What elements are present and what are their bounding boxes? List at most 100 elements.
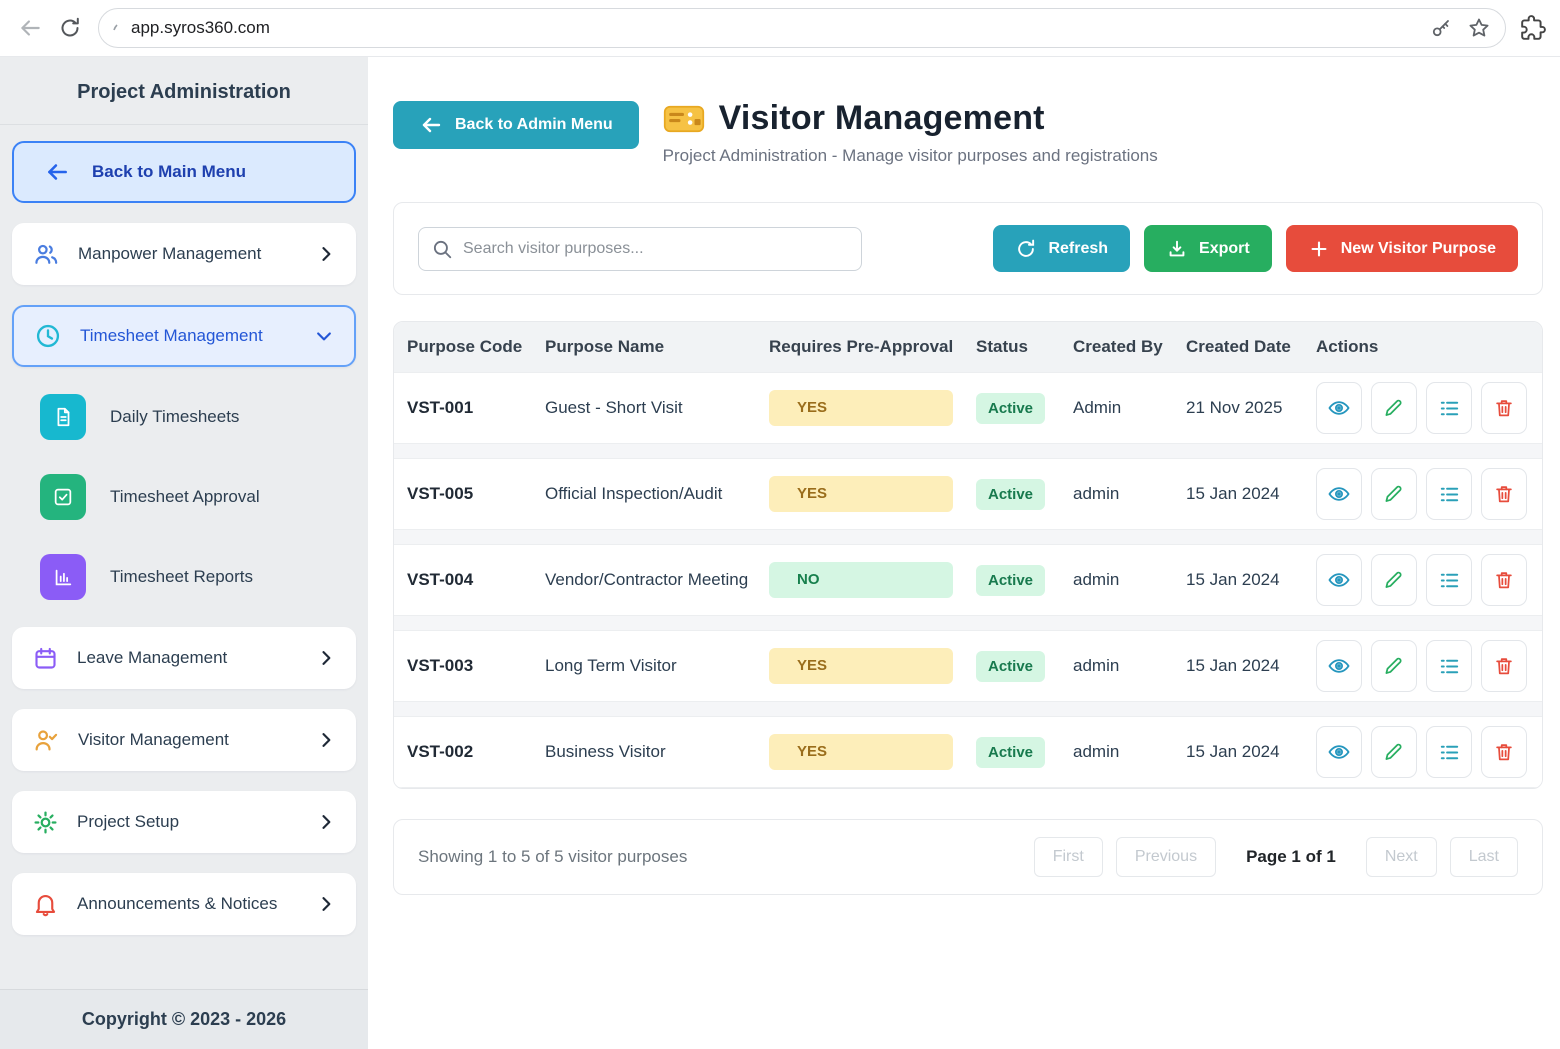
created-by-cell: admin (1073, 484, 1186, 504)
arrow-left-icon (44, 159, 70, 185)
column-header: Status (976, 337, 1073, 357)
column-header: Purpose Code (407, 337, 545, 357)
details-list-button[interactable] (1426, 382, 1472, 434)
view-button[interactable] (1316, 382, 1362, 434)
purpose-name-cell: Official Inspection/Audit (545, 484, 769, 504)
bookmark-star-icon[interactable] (1467, 16, 1491, 40)
table-row: VST-002 Business Visitor YES Active admi… (394, 716, 1542, 788)
purpose-name-cell: Guest - Short Visit (545, 398, 769, 418)
eye-icon (1327, 740, 1351, 764)
list-icon (1438, 397, 1461, 420)
pre-approval-badge: YES (769, 390, 953, 426)
view-button[interactable] (1316, 726, 1362, 778)
delete-button[interactable] (1481, 554, 1527, 606)
refresh-icon (1015, 238, 1037, 260)
column-header: Purpose Name (545, 337, 769, 357)
eye-icon (1327, 568, 1351, 592)
new-visitor-purpose-label: New Visitor Purpose (1341, 240, 1496, 258)
trash-icon (1493, 483, 1515, 505)
sidebar-item-manpower-management[interactable]: Manpower Management (12, 223, 356, 285)
purpose-code-cell: VST-003 (407, 656, 545, 676)
table-body: VST-001 Guest - Short Visit YES Active A… (394, 372, 1542, 788)
edit-button[interactable] (1371, 640, 1417, 692)
sidebar-item-label: Project Setup (77, 812, 179, 832)
delete-button[interactable] (1481, 468, 1527, 520)
created-date-cell: 21 Nov 2025 (1186, 398, 1316, 418)
sidebar-item-leave-management[interactable]: Leave Management (12, 627, 356, 689)
column-header: Created Date (1186, 337, 1316, 357)
next-page-button[interactable]: Next (1366, 837, 1437, 877)
table-row: VST-003 Long Term Visitor YES Active adm… (394, 630, 1542, 702)
purpose-name-cell: Vendor/Contractor Meeting (545, 570, 769, 590)
extensions-puzzle-icon[interactable] (1520, 15, 1546, 41)
created-date-cell: 15 Jan 2024 (1186, 484, 1316, 504)
ticket-icon (663, 103, 705, 135)
view-button[interactable] (1316, 468, 1362, 520)
sidebar-item-announcements-notices[interactable]: Announcements & Notices (12, 873, 356, 935)
chevron-right-icon (316, 894, 336, 914)
new-visitor-purpose-button[interactable]: New Visitor Purpose (1286, 225, 1518, 272)
first-page-button[interactable]: First (1034, 837, 1103, 877)
browser-back-button[interactable] (10, 8, 50, 48)
copyright-text: Copyright © 2023 - 2026 (0, 989, 368, 1049)
check-square-icon (40, 474, 86, 520)
table-header-row: Purpose Code Purpose Name Requires Pre-A… (394, 322, 1542, 372)
details-list-button[interactable] (1426, 468, 1472, 520)
sidebar-item-project-setup[interactable]: Project Setup (12, 791, 356, 853)
created-by-cell: Admin (1073, 398, 1186, 418)
sidebar-item-label: Leave Management (77, 648, 227, 668)
edit-button[interactable] (1371, 554, 1417, 606)
trash-icon (1493, 569, 1515, 591)
created-date-cell: 15 Jan 2024 (1186, 570, 1316, 590)
sidebar-item-timesheet-management[interactable]: Timesheet Management (12, 305, 356, 367)
url-text[interactable]: app.syros360.com (131, 18, 1429, 38)
sidebar-item-timesheet-approval[interactable]: Timesheet Approval (40, 474, 356, 520)
view-button[interactable] (1316, 554, 1362, 606)
document-icon (40, 394, 86, 440)
status-badge: Active (976, 737, 1045, 768)
eye-icon (1327, 482, 1351, 506)
delete-button[interactable] (1481, 726, 1527, 778)
edit-button[interactable] (1371, 726, 1417, 778)
browser-chrome: app.syros360.com (0, 0, 1560, 57)
search-input[interactable] (463, 240, 849, 258)
purpose-code-cell: VST-005 (407, 484, 545, 504)
refresh-button[interactable]: Refresh (993, 225, 1130, 272)
purpose-code-cell: VST-004 (407, 570, 545, 590)
password-key-icon[interactable] (1429, 16, 1453, 40)
refresh-label: Refresh (1048, 240, 1108, 258)
row-actions (1316, 726, 1542, 778)
export-button[interactable]: Export (1144, 225, 1272, 272)
sidebar-item-label: Timesheet Management (80, 326, 263, 346)
address-bar[interactable]: app.syros360.com (98, 8, 1506, 48)
sidebar-item-timesheet-reports[interactable]: Timesheet Reports (40, 554, 356, 600)
bar-chart-icon (40, 554, 86, 600)
last-page-button[interactable]: Last (1450, 837, 1518, 877)
back-arrow-icon (17, 15, 43, 41)
export-label: Export (1199, 240, 1250, 258)
browser-reload-button[interactable] (50, 8, 90, 48)
column-header: Created By (1073, 337, 1186, 357)
pencil-icon (1383, 483, 1405, 505)
search-box[interactable] (418, 227, 862, 271)
delete-button[interactable] (1481, 640, 1527, 692)
chevron-down-icon (314, 326, 334, 346)
back-to-admin-menu-button[interactable]: Back to Admin Menu (393, 101, 639, 149)
sidebar-item-daily-timesheets[interactable]: Daily Timesheets (40, 394, 356, 440)
pencil-icon (1383, 655, 1405, 677)
details-list-button[interactable] (1426, 640, 1472, 692)
previous-page-button[interactable]: Previous (1116, 837, 1216, 877)
details-list-button[interactable] (1426, 726, 1472, 778)
details-list-button[interactable] (1426, 554, 1472, 606)
pencil-icon (1383, 741, 1405, 763)
main-content: Back to Admin Menu Visitor Management Pr… (368, 57, 1560, 1049)
back-to-main-menu-button[interactable]: Back to Main Menu (12, 141, 356, 203)
edit-button[interactable] (1371, 468, 1417, 520)
sidebar-item-visitor-management[interactable]: Visitor Management (12, 709, 356, 771)
pre-approval-badge: YES (769, 476, 953, 512)
table-row: VST-004 Vendor/Contractor Meeting NO Act… (394, 544, 1542, 616)
view-button[interactable] (1316, 640, 1362, 692)
delete-button[interactable] (1481, 382, 1527, 434)
edit-button[interactable] (1371, 382, 1417, 434)
site-info-icon[interactable] (111, 21, 123, 35)
